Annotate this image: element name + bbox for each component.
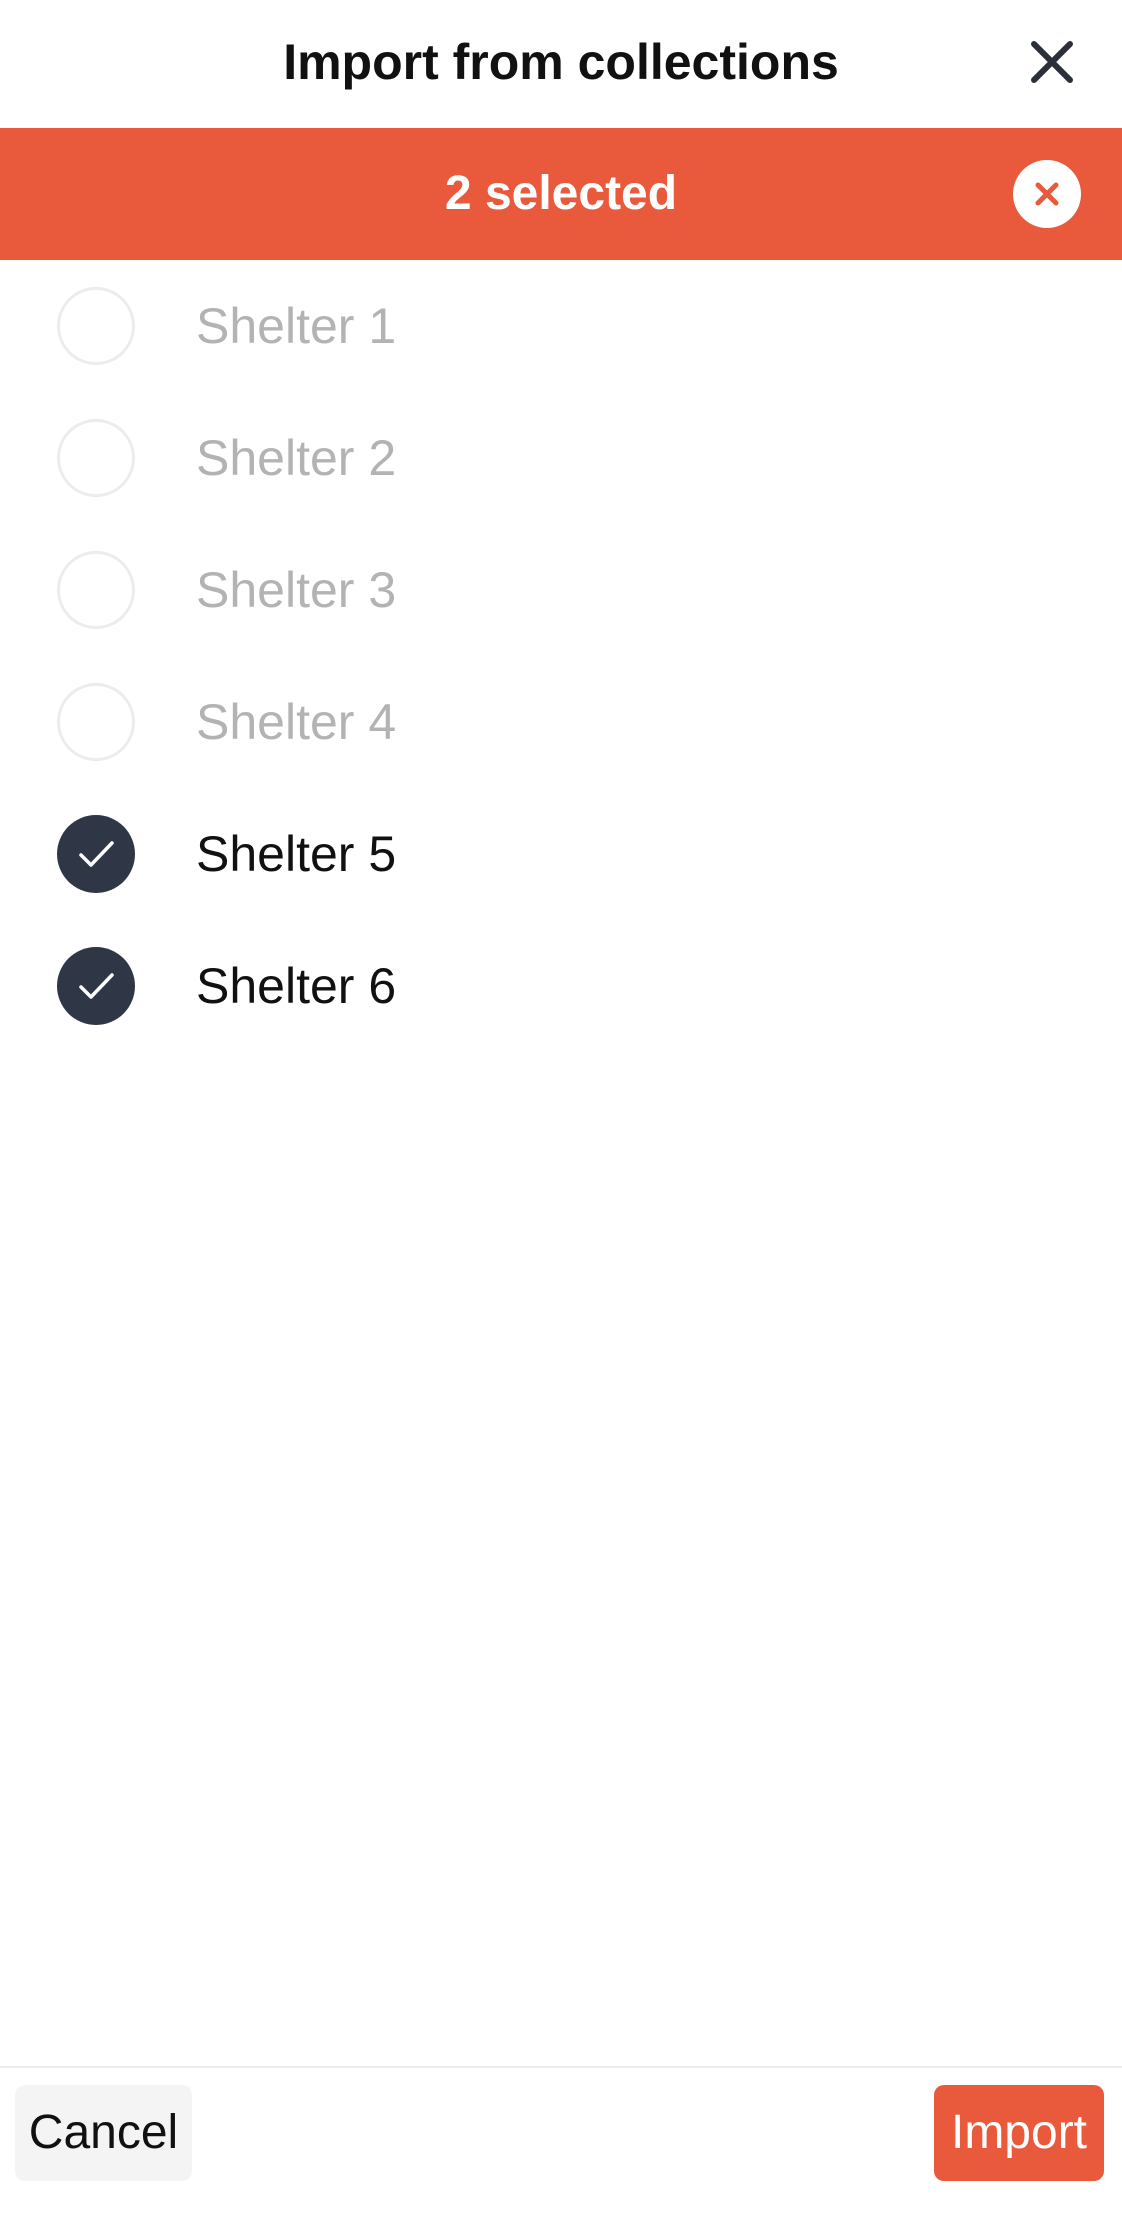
list-item-label: Shelter 4 (196, 694, 397, 750)
checkbox-unchecked[interactable] (57, 551, 135, 629)
close-button[interactable] (1020, 30, 1084, 94)
list-item-label: Shelter 1 (196, 298, 397, 354)
list-item-label: Shelter 2 (196, 430, 397, 486)
list-item[interactable]: Shelter 2 (0, 392, 1122, 524)
import-button[interactable]: Import (934, 2085, 1104, 2181)
list-item[interactable]: Shelter 3 (0, 524, 1122, 656)
cancel-button[interactable]: Cancel (15, 2085, 192, 2181)
list-item[interactable]: Shelter 1 (0, 260, 1122, 392)
selection-bar: 2 selected (0, 128, 1122, 260)
checkmark-icon (79, 973, 114, 999)
footer: Cancel Import (0, 2066, 1122, 2221)
list-item[interactable]: Shelter 5 (0, 788, 1122, 920)
close-icon (1031, 41, 1073, 83)
selection-count: 2 selected (444, 167, 678, 220)
clear-selection-button[interactable] (1013, 160, 1081, 228)
import-dialog: Import from collections 2 selected Shelt… (0, 0, 1122, 2221)
list-item[interactable]: Shelter 6 (0, 920, 1122, 1052)
list-item[interactable]: Shelter 4 (0, 656, 1122, 788)
list-item-label: Shelter 3 (196, 562, 397, 618)
checkmark-icon (79, 841, 114, 867)
checkbox-unchecked[interactable] (57, 683, 135, 761)
list-item-label: Shelter 6 (196, 958, 397, 1014)
collection-list: Shelter 1 Shelter 2 Shelter 3 Shelter 4 Shel… (0, 260, 1122, 1052)
checkbox-checked[interactable] (57, 815, 135, 893)
list-item-label: Shelter 5 (196, 826, 397, 882)
page-title: Import from collections (283, 34, 839, 90)
checkbox-unchecked[interactable] (57, 419, 135, 497)
clear-selection-icon (1035, 182, 1059, 206)
checkbox-checked[interactable] (57, 947, 135, 1025)
header: Import from collections (0, 0, 1122, 128)
checkbox-unchecked[interactable] (57, 287, 135, 365)
